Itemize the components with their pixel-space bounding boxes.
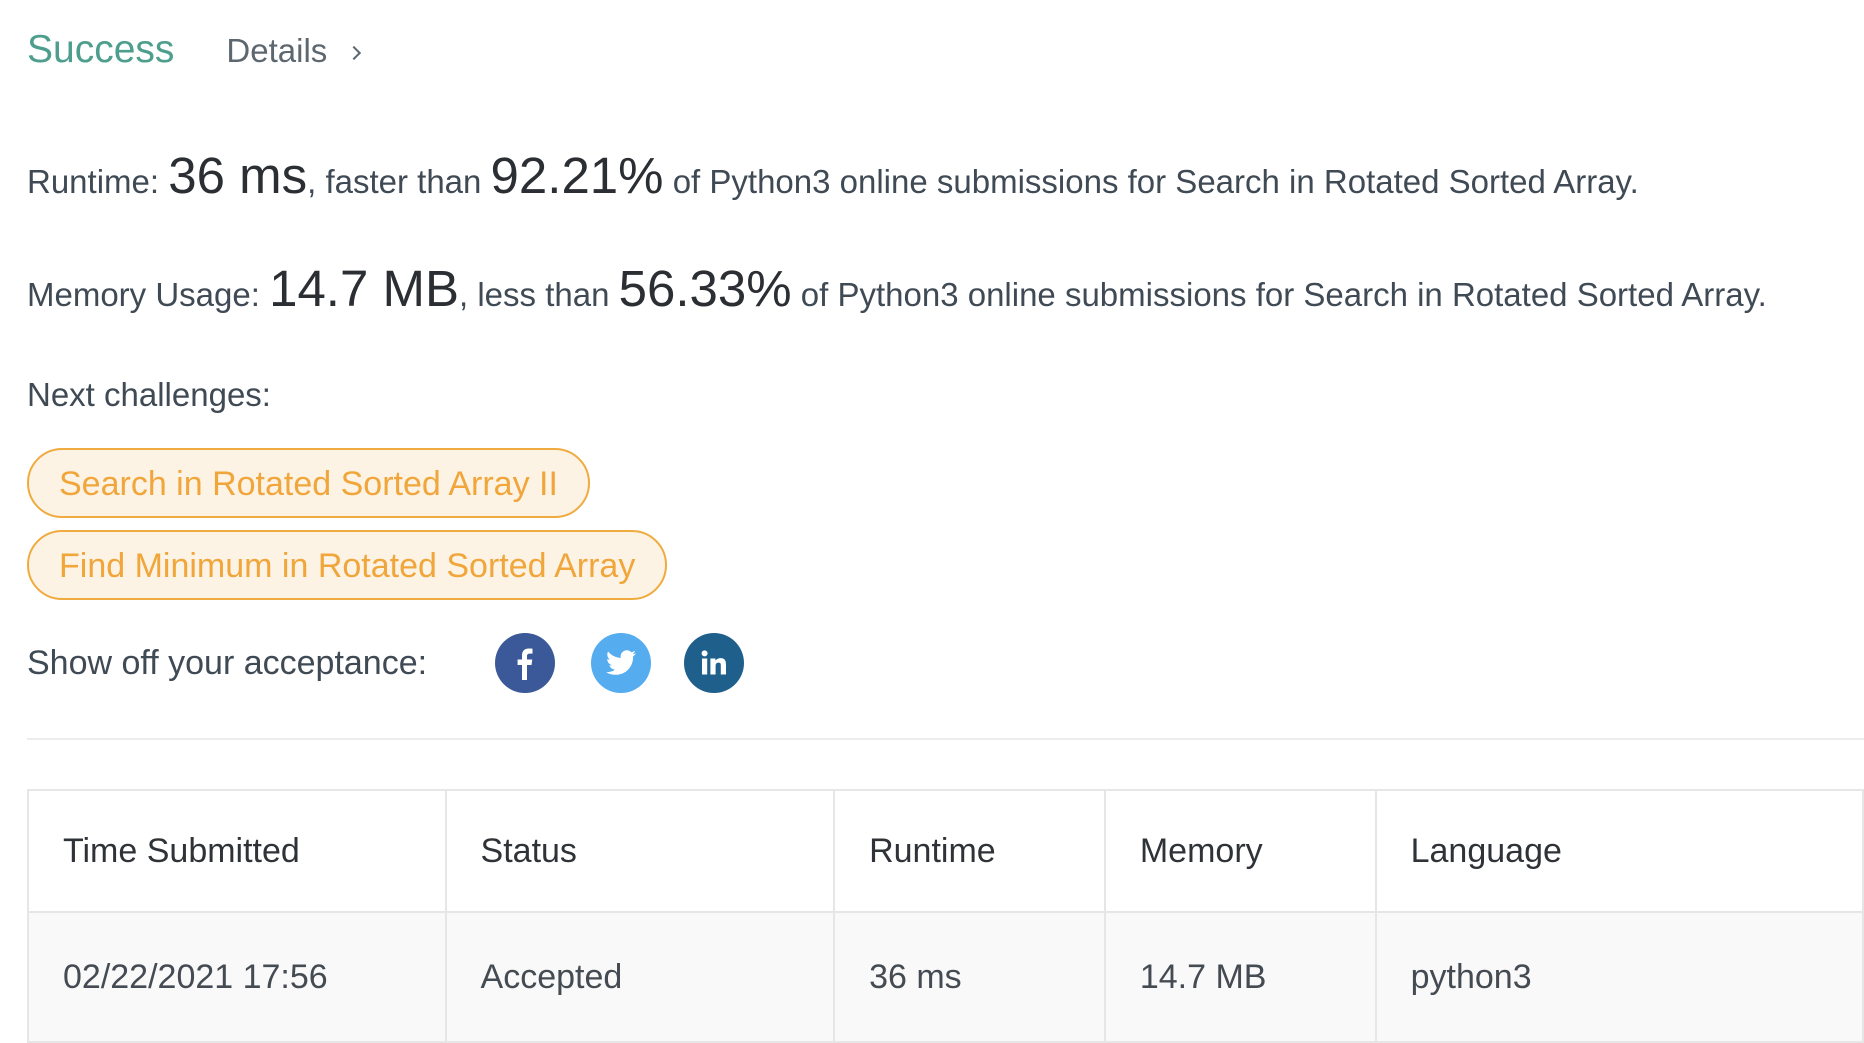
twitter-icon[interactable] [591,633,652,693]
runtime-suffix: of Python3 online submissions for Search… [663,163,1639,200]
memory-summary: Memory Usage: 14.7 MB, less than 56.33% … [27,259,1864,318]
section-divider [27,738,1864,740]
linkedin-icon[interactable] [684,633,745,693]
facebook-icon[interactable] [495,633,556,693]
runtime-summary: Runtime: 36 ms, faster than 92.21% of Py… [27,146,1864,205]
cell-language: python3 [1374,911,1864,1043]
challenge-pill[interactable]: Find Minimum in Rotated Sorted Array [27,530,668,600]
status-success-label: Success [27,28,175,71]
cell-runtime: 36 ms [833,911,1106,1043]
share-label: Show off your acceptance: [27,643,428,682]
runtime-comparison: , faster than [307,163,491,200]
table-header-row: Time Submitted Status Runtime Memory Lan… [27,789,1864,913]
column-header-memory: Memory [1103,789,1377,913]
memory-suffix: of Python3 online submissions for Search… [791,276,1767,313]
runtime-label: Runtime: [27,163,169,200]
table-row: 02/22/2021 17:56 Accepted 36 ms 14.7 MB … [27,911,1864,1043]
details-label: Details [226,32,328,69]
column-header-time-submitted: Time Submitted [27,789,447,913]
next-challenges-label: Next challenges: [27,376,271,413]
column-header-language: Language [1374,789,1864,913]
chevron-right-icon [347,45,362,61]
cell-memory: 14.7 MB [1103,911,1377,1043]
challenge-pill[interactable]: Search in Rotated Sorted Array II [27,448,590,518]
cell-time-submitted: 02/22/2021 17:56 [27,911,447,1043]
cell-status-accepted-link[interactable]: Accepted [444,911,836,1043]
next-challenges-list: Search in Rotated Sorted Array II Find M… [27,448,1864,600]
memory-value: 14.7 MB [269,260,460,317]
memory-comparison: , less than [459,276,619,313]
details-link[interactable]: Details [226,32,362,70]
column-header-status: Status [444,789,836,913]
result-header: Success Details [27,28,1864,88]
share-row: Show off your acceptance: [27,632,1864,694]
column-header-runtime: Runtime [833,789,1106,913]
runtime-percent: 92.21% [490,147,664,204]
submissions-table: Time Submitted Status Runtime Memory Lan… [27,789,1864,1043]
memory-percent: 56.33% [618,260,792,317]
runtime-value: 36 ms [168,147,308,204]
memory-label: Memory Usage: [27,276,270,313]
